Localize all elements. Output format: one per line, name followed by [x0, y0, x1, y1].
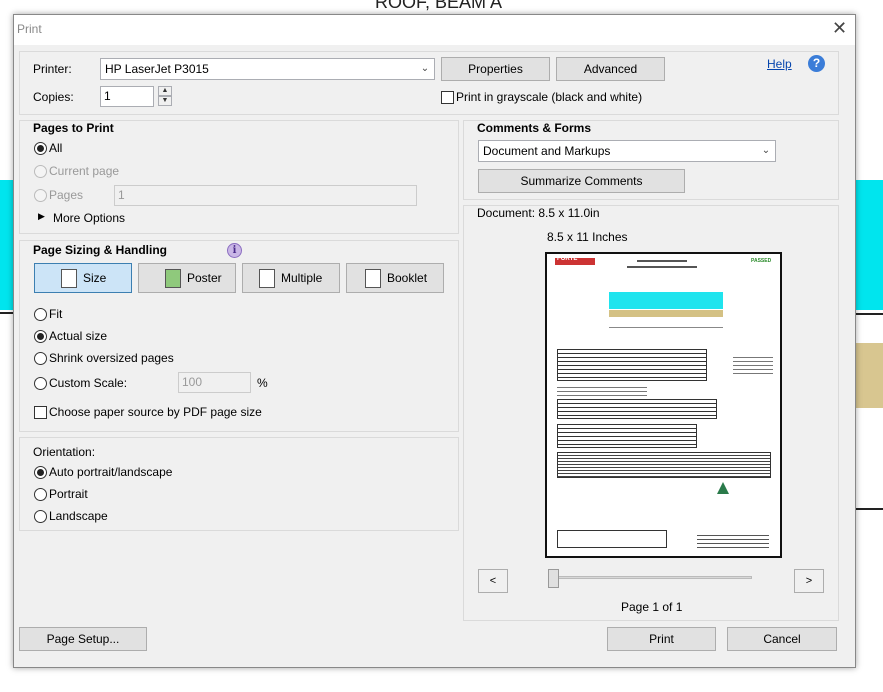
poster-label: Poster [187, 271, 222, 285]
portrait-label: Portrait [49, 487, 88, 501]
booklet-icon [365, 269, 381, 288]
multiple-label: Multiple [281, 271, 323, 285]
size-label: Size [83, 271, 107, 285]
copies-input[interactable]: 1 [100, 86, 154, 107]
poster-icon [165, 269, 181, 288]
preview-header-line [637, 260, 687, 262]
paper-source-checkbox[interactable] [34, 406, 47, 419]
preview-beam-cyan [609, 292, 723, 309]
background-line-right-low [856, 508, 883, 510]
preview-header-line2 [627, 266, 697, 268]
help-icon[interactable]: ? [808, 55, 825, 72]
orientation-title: Orientation: [33, 445, 96, 459]
printer-select[interactable]: HP LaserJet P3015 ⌄ [100, 58, 435, 80]
preview-footer-right [697, 532, 769, 548]
preview-dim-line [609, 327, 723, 328]
pages-label: Pages [49, 188, 84, 202]
page-size-label: 8.5 x 11 Inches [547, 230, 628, 244]
landscape-radio[interactable] [34, 510, 47, 523]
copies-up-button[interactable]: ▲ [158, 86, 172, 96]
landscape-label: Landscape [49, 509, 108, 523]
fit-radio[interactable] [34, 308, 47, 321]
comments-title: Comments & Forms [477, 121, 592, 135]
preview-table-2 [557, 399, 717, 419]
prev-page-button[interactable]: < [478, 569, 508, 593]
printer-label: Printer: [33, 62, 72, 76]
grayscale-checkbox[interactable] [441, 91, 454, 104]
auto-orientation-radio[interactable] [34, 466, 47, 479]
custom-scale-input[interactable]: 100 [178, 372, 251, 393]
actual-size-label: Actual size [49, 329, 108, 343]
page-preview-thumbnail: FORTE PASSED [545, 252, 782, 558]
caret-right-icon[interactable]: ▶ [38, 211, 45, 222]
properties-button[interactable]: Properties [441, 57, 550, 81]
comments-value: Document and Markups [483, 144, 611, 158]
percent-label: % [257, 376, 268, 390]
background-doc-title: ROOF, BEAM A [375, 0, 503, 12]
preview-logo-text: FORTE [557, 256, 578, 262]
page-setup-button[interactable]: Page Setup... [19, 627, 147, 651]
multiple-icon [259, 269, 275, 288]
preview-slider-track[interactable] [550, 576, 752, 579]
chevron-down-icon: ⌄ [761, 145, 771, 156]
portrait-radio[interactable] [34, 488, 47, 501]
size-button[interactable]: Size [34, 263, 132, 293]
print-button[interactable]: Print [607, 627, 716, 651]
auto-orientation-label: Auto portrait/landscape [49, 465, 173, 479]
custom-scale-label: Custom Scale: [49, 376, 128, 390]
preview-passed-text: PASSED [751, 258, 772, 264]
close-icon[interactable]: ✕ [832, 18, 847, 39]
background-beam-shape [856, 343, 883, 408]
page-sizing-title: Page Sizing & Handling [33, 243, 168, 257]
info-icon[interactable]: i [227, 243, 242, 258]
fit-label: Fit [49, 307, 63, 321]
page-counter: Page 1 of 1 [621, 600, 683, 614]
size-icon [61, 269, 77, 288]
booklet-button[interactable]: Booklet [346, 263, 444, 293]
preview-tree-logo [717, 482, 729, 494]
preview-table-3 [557, 424, 697, 448]
preview-slider-thumb[interactable] [548, 569, 559, 588]
pages-to-print-title: Pages to Print [33, 121, 114, 135]
pages-range-input[interactable]: 1 [114, 185, 417, 206]
shrink-label: Shrink oversized pages [49, 351, 174, 365]
title-bar: Print ✕ [14, 15, 855, 45]
preview-notes [557, 384, 647, 396]
actual-size-radio[interactable] [34, 330, 47, 343]
background-cyan-shape-right [855, 180, 883, 310]
all-radio[interactable] [34, 142, 47, 155]
preview-disclaimer [557, 452, 771, 478]
poster-button[interactable]: Poster [138, 263, 236, 293]
printer-value: HP LaserJet P3015 [105, 62, 209, 76]
comments-select[interactable]: Document and Markups ⌄ [478, 140, 776, 162]
all-label: All [49, 141, 63, 155]
shrink-radio[interactable] [34, 352, 47, 365]
current-page-label: Current page [49, 164, 120, 178]
document-size-label: Document: 8.5 x 11.0in [477, 206, 600, 220]
help-link[interactable]: Help [767, 57, 792, 71]
grayscale-label: Print in grayscale (black and white) [456, 90, 643, 104]
next-page-button[interactable]: > [794, 569, 824, 593]
preview-table-1-side [733, 354, 773, 374]
pages-radio[interactable] [34, 189, 47, 202]
cancel-button[interactable]: Cancel [727, 627, 837, 651]
preview-table-1 [557, 349, 707, 381]
copies-label: Copies: [33, 90, 74, 104]
background-line-right [856, 313, 883, 315]
preview-beam-tan [609, 310, 723, 317]
summarize-comments-button[interactable]: Summarize Comments [478, 169, 685, 193]
current-page-radio[interactable] [34, 165, 47, 178]
advanced-button[interactable]: Advanced [556, 57, 665, 81]
multiple-button[interactable]: Multiple [242, 263, 340, 293]
chevron-down-icon: ⌄ [420, 63, 430, 74]
custom-scale-radio[interactable] [34, 377, 47, 390]
more-options-label[interactable]: More Options [53, 211, 125, 225]
copies-down-button[interactable]: ▼ [158, 96, 172, 106]
booklet-label: Booklet [387, 271, 428, 285]
window-title: Print [17, 22, 42, 36]
preview-footer-box [557, 530, 667, 548]
paper-source-label: Choose paper source by PDF page size [49, 405, 262, 419]
